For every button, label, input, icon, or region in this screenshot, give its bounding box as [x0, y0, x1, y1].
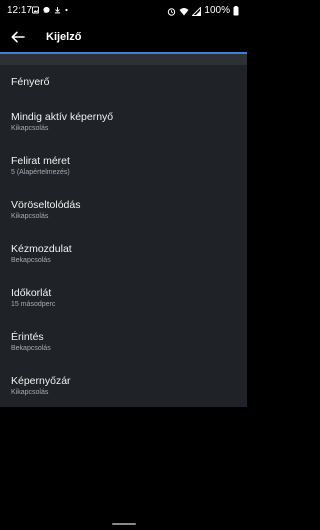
battery-percentage: 100%	[204, 5, 230, 16]
image-icon	[32, 6, 39, 14]
app-bar: Kijelző	[0, 22, 247, 52]
dot-icon	[65, 8, 68, 12]
status-time: 12:17	[7, 5, 33, 16]
back-button[interactable]	[8, 27, 28, 47]
header-strip	[0, 54, 247, 65]
setting-screen-lock[interactable]: Képernyőzár Kikapcsolás	[0, 373, 247, 417]
setting-subtitle: 15 másodperc	[11, 301, 56, 308]
setting-subtitle: 5 (Alapértelmezés)	[11, 169, 70, 176]
page-title: Kijelző	[46, 31, 82, 43]
settings-list: Fényerő Mindig aktív képernyő Kikapcsolá…	[0, 65, 247, 407]
setting-gesture[interactable]: Kézmozdulat Bekapcsolás	[0, 241, 247, 285]
home-indicator[interactable]	[112, 523, 136, 525]
setting-subtitle: Kikapcsolás	[11, 213, 49, 220]
setting-always-on-display[interactable]: Mindig aktív képernyő Kikapcsolás	[0, 109, 247, 153]
setting-title: Időkorlát	[11, 287, 52, 299]
setting-timeout[interactable]: Időkorlát 15 másodperc	[0, 285, 247, 329]
status-right: 100%	[167, 5, 239, 17]
setting-title: Felirat méret	[11, 155, 70, 167]
setting-font-size[interactable]: Felirat méret 5 (Alapértelmezés)	[0, 153, 247, 197]
setting-title: Vöröseltolódás	[11, 199, 81, 211]
setting-brightness[interactable]: Fényerő	[0, 65, 247, 109]
setting-title: Képernyőzár	[11, 375, 71, 387]
notification-icons	[32, 6, 68, 14]
setting-red-shift[interactable]: Vöröseltolódás Kikapcsolás	[0, 197, 247, 241]
setting-subtitle: Bekapcsolás	[11, 345, 51, 352]
wifi-icon	[179, 7, 189, 15]
alarm-icon	[168, 7, 176, 16]
status-bar: 12:17 100%	[0, 0, 247, 22]
setting-title: Mindig aktív képernyő	[11, 111, 114, 123]
signal-icon	[192, 6, 202, 16]
setting-subtitle: Kikapcsolás	[11, 389, 49, 396]
setting-touch[interactable]: Érintés Bekapcsolás	[0, 329, 247, 373]
arrow-left-icon	[11, 31, 25, 43]
battery-icon	[233, 6, 239, 16]
setting-title: Kézmozdulat	[11, 243, 72, 255]
setting-title: Fényerő	[11, 76, 50, 88]
setting-subtitle: Bekapcsolás	[11, 257, 51, 264]
setting-subtitle: Kikapcsolás	[11, 125, 49, 132]
download-icon	[54, 6, 61, 14]
setting-title: Érintés	[11, 331, 44, 343]
messenger-icon	[43, 6, 50, 14]
